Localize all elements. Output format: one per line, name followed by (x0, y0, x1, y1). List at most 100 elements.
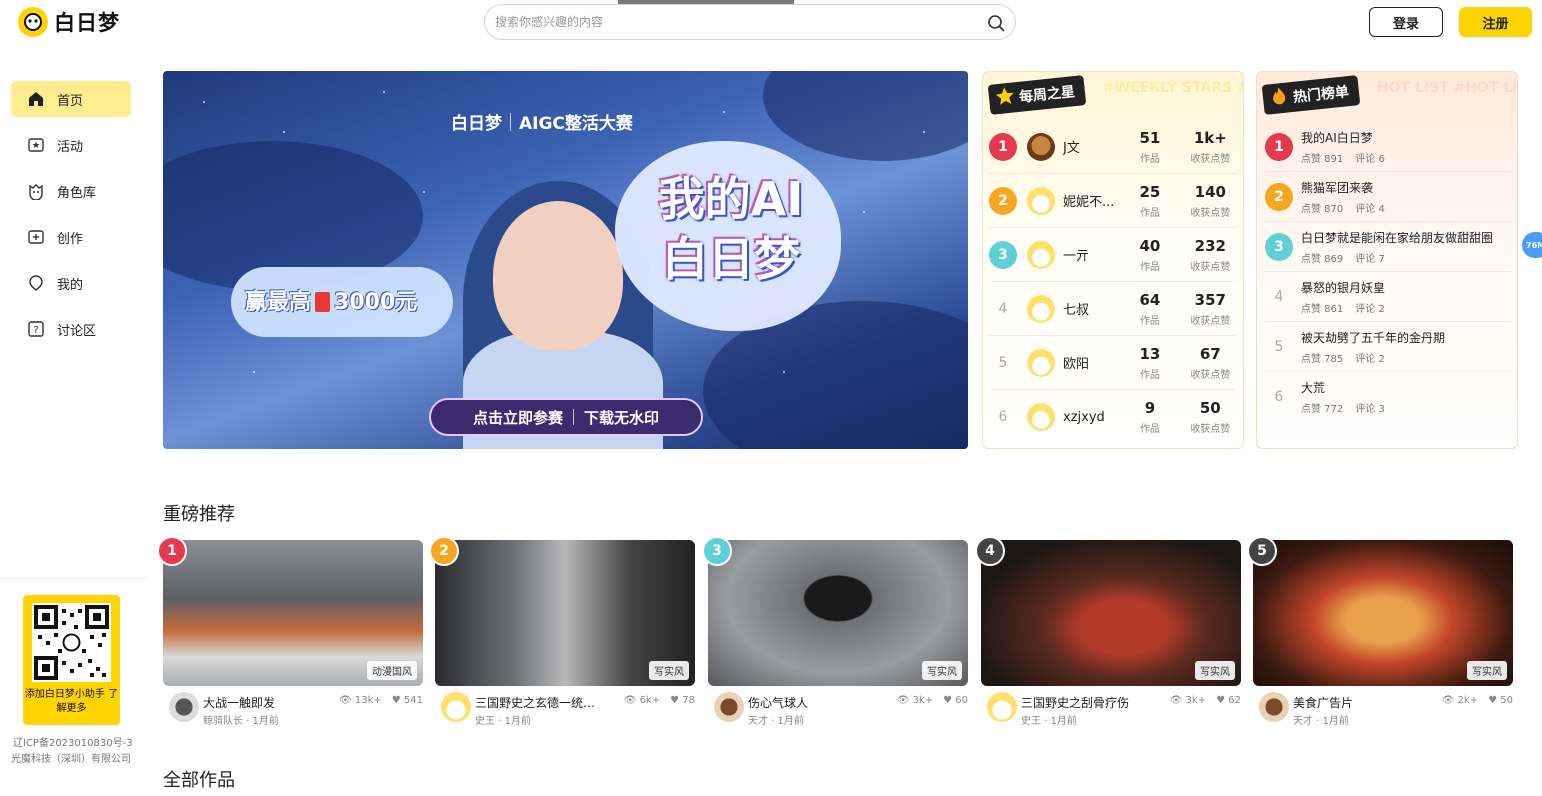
star-row[interactable]: 6 xzjxyd 9 作品 50 收获点赞 (989, 390, 1237, 444)
hot-list-item[interactable]: 5 被天劫劈了五千年的金丹期 点赞 785 评论 2 (1265, 322, 1511, 372)
likes-label: 收获点赞 (1190, 315, 1231, 327)
hot-item-likes: 点赞 891 (1301, 153, 1344, 165)
panel-title-text: 热门榜单 (1292, 84, 1350, 106)
download-link[interactable]: 下载无水印 (584, 407, 659, 428)
star-row[interactable]: 1 J文 51 作品 1k+ 收获点赞 (989, 120, 1237, 174)
featured-card[interactable]: 写实风 3 伤心气球人 天才 · 1月前 👁 3k+ ♥ 60 (702, 536, 968, 727)
svg-text:?: ? (33, 325, 38, 336)
sidebar-item-activity[interactable]: 活动 (11, 127, 131, 163)
sidebar-item-label: 创作 (57, 231, 84, 247)
event-banner[interactable]: 白日梦 AIGC整活大赛 我的AI白日梦 赢最高 3000元 点击立即参赛 下载无… (163, 71, 968, 449)
card-title: 大战一触即发 (203, 696, 276, 710)
search-button[interactable] (985, 12, 1007, 34)
card-title: 伤心气球人 (748, 696, 809, 710)
featured-card[interactable]: 写实风 4 三国野史之刮骨疗伤 史王 · 1月前 👁 3k+ ♥ 62 (975, 536, 1241, 727)
star-row[interactable]: 2 妮妮不... 25 作品 140 收获点赞 (989, 174, 1237, 228)
rank-badge: 2 (1265, 182, 1293, 211)
star-row[interactable]: 3 一亓 40 作品 232 收获点赞 (989, 228, 1237, 282)
character-icon (27, 182, 45, 200)
search-input[interactable] (495, 12, 975, 32)
rank-badge: 3 (702, 536, 732, 566)
style-tag: 动漫国风 (367, 661, 417, 680)
site-logo[interactable]: 白日梦 (18, 6, 120, 38)
featured-card[interactable]: 写实风 5 美食广告片 天才 · 1月前 👁 2k+ ♥ 50 (1247, 536, 1513, 727)
likes-label: 收获点赞 (1190, 424, 1231, 435)
views-count: 👁 2k+ (1441, 695, 1479, 706)
likes-label: 收获点赞 (1190, 261, 1231, 273)
search-icon (988, 15, 1005, 32)
works-label: 作品 (1139, 424, 1160, 435)
sidebar-item-label: 我的 (57, 277, 84, 293)
qr-code (32, 603, 111, 682)
rank-number: 5 (998, 354, 1008, 371)
likes-count: ♥ 60 (943, 695, 968, 706)
style-tag: 写实风 (649, 661, 689, 680)
likes-count: 1k+ (1193, 128, 1227, 147)
hot-list-item[interactable]: 2 熊猫军团来袭 点赞 870 评论 4 (1265, 172, 1511, 222)
floating-speed-badge[interactable]: 76M (1522, 232, 1542, 258)
banner-brand: 白日梦 AIGC整活大赛 (451, 109, 633, 134)
red-envelope-icon (315, 292, 331, 312)
hot-list-panel: HOT LIST #HOT LIST 热门榜单 1 我的AI白日梦点赞 891 评… (1256, 71, 1518, 449)
hot-item-likes: 点赞 772 (1301, 404, 1344, 415)
discussion-icon: ? (27, 320, 45, 338)
style-tag: 写实风 (1467, 661, 1507, 680)
login-button[interactable]: 登录 (1369, 7, 1443, 37)
rank-number: 6 (1274, 389, 1284, 405)
assistant-qr-card[interactable]: 添加白日梦小助手 了解更多 (23, 595, 120, 725)
card-title: 三国野史之玄德一统银河系 (475, 696, 605, 710)
sidebar-item-label: 首页 (57, 93, 84, 109)
all-works-section-title: 全部作品 (163, 770, 235, 791)
rank-badge: 5 (1247, 536, 1277, 566)
hot-list-item[interactable]: 6 大荒 点赞 772 评论 3 (1265, 372, 1511, 422)
rank-badge: 4 (975, 536, 1005, 566)
top-header: 白日梦 登录 注册 (0, 0, 1542, 48)
icp-link[interactable]: 辽ICP备2023010830号-3 (13, 734, 133, 749)
hot-list-item[interactable]: 1 我的AI白日梦 点赞 891 评论 6 (1265, 122, 1511, 172)
featured-card[interactable]: 写实风 2 三国野史之玄德一统银河系 史王 · 1月前 👁 6k+ ♥ 78 (429, 536, 695, 727)
rank-badge: 2 (989, 186, 1017, 215)
flame-icon (1268, 85, 1290, 107)
sidebar-item-label: 活动 (57, 139, 84, 155)
sidebar-item-create[interactable]: 创作 (11, 219, 131, 255)
works-count: 25 (1139, 182, 1161, 201)
avatar (714, 692, 744, 722)
weekly-stars-panel: #WEEKLY STARS #WEEK 每周之星 1 J文 51 作品 1k+ 收获… (982, 71, 1244, 449)
join-contest-link[interactable]: 点击立即参赛 (473, 407, 563, 428)
sidebar-item-characters[interactable]: 角色库 (11, 173, 131, 209)
card-image: 写实风 (981, 540, 1241, 686)
likes-count: 67 (1199, 344, 1221, 363)
banner-cta[interactable]: 点击立即参赛 下载无水印 (429, 398, 703, 436)
views-value: 2k+ (1457, 695, 1479, 706)
views-value: 6k+ (639, 695, 661, 706)
rank-badge: 2 (429, 536, 459, 566)
views-value: 3k+ (912, 695, 934, 706)
card-author: 史王 · 1月前 (1021, 716, 1077, 727)
card-author: 天才 · 1月前 (1293, 716, 1349, 727)
likes-count: 357 (1194, 290, 1226, 309)
banner-brand-name: 白日梦 (451, 114, 502, 134)
hot-item-title: 白日梦就是能闲在家给朋友做甜甜圈 (1301, 230, 1494, 245)
star-name: 欧阳 (1063, 357, 1090, 372)
likes-count: 50 (1199, 399, 1221, 417)
avatar (987, 692, 1017, 722)
sidebar-item-profile[interactable]: 我的 (11, 265, 131, 301)
register-button[interactable]: 注册 (1459, 7, 1532, 37)
sidebar-item-discussion[interactable]: ? 讨论区 (11, 311, 131, 347)
hot-item-title: 大荒 (1301, 381, 1326, 395)
hot-list-title: 热门榜单 (1261, 75, 1361, 115)
hot-list-item[interactable]: 4 暴怒的银月妖皇 点赞 861 评论 2 (1265, 272, 1511, 322)
featured-card[interactable]: 动漫国风 1 大战一触即发 鲸骑队长 · 1月前 👁 13k+ ♥ 541 (157, 536, 423, 727)
views-count: 👁 6k+ (623, 695, 661, 706)
likes-count: ♥ 50 (1488, 695, 1513, 706)
star-row[interactable]: 5 欧阳 13 作品 67 收获点赞 (989, 336, 1237, 390)
profile-icon (27, 274, 45, 292)
sidebar-item-home[interactable]: 首页 (11, 81, 131, 117)
works-count: 64 (1139, 290, 1161, 309)
prize-amount: 3000元 (334, 290, 418, 315)
star-row[interactable]: 4 七叔 64 作品 357 收获点赞 (989, 282, 1237, 336)
works-label: 作品 (1139, 315, 1160, 327)
hot-list-item[interactable]: 3 白日梦就是能闲在家给朋友做甜甜圈 点赞 869 评论 7 (1265, 222, 1511, 272)
star-icon (994, 85, 1016, 107)
star-name: J文 (1063, 141, 1080, 156)
